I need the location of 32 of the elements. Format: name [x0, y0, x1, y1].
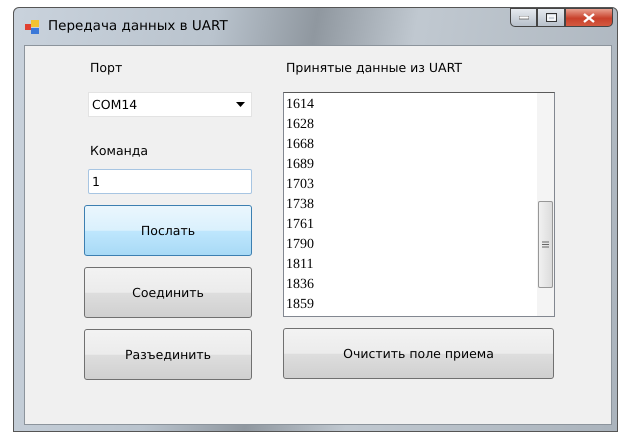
- list-item: 1668: [286, 136, 315, 154]
- action-button[interactable]: Соединить: [84, 267, 252, 318]
- maximize-button[interactable]: [537, 8, 565, 27]
- grip-icon: [542, 241, 549, 248]
- caret-icon: [236, 102, 245, 107]
- list-item: 1859: [286, 296, 315, 314]
- list-item: 1811: [286, 256, 314, 274]
- window-title: Передача данных в UART: [48, 18, 228, 34]
- scroll-thumb[interactable]: [538, 201, 553, 288]
- close-button[interactable]: [565, 8, 613, 27]
- maximize-icon: [546, 13, 556, 22]
- list-item: 1738: [286, 196, 315, 214]
- list-item: 1790: [286, 236, 315, 254]
- list-item: 1761: [286, 216, 315, 234]
- port-label: Порт: [90, 60, 124, 77]
- close-icon: [583, 12, 595, 22]
- list-item: 1836: [286, 276, 315, 294]
- clear-button[interactable]: Очистить поле приема: [283, 328, 554, 379]
- action-button[interactable]: Послать: [84, 205, 252, 256]
- scrollbar[interactable]: [537, 93, 554, 316]
- received-label: Принятые данные из UART: [286, 60, 464, 77]
- list-item: 1614: [286, 96, 315, 114]
- minimize-button[interactable]: [510, 8, 537, 27]
- list-item: 1689: [286, 156, 315, 174]
- minimize-icon: [518, 16, 528, 20]
- action-button[interactable]: Разъединить: [84, 329, 252, 380]
- list-item: 1703: [286, 176, 315, 194]
- list-item: 1628: [286, 116, 315, 134]
- port-dropdown[interactable]: COM14: [88, 92, 252, 117]
- app-icon: [24, 19, 40, 35]
- command-label: Команда: [90, 143, 150, 160]
- command-field[interactable]: 1: [88, 169, 252, 194]
